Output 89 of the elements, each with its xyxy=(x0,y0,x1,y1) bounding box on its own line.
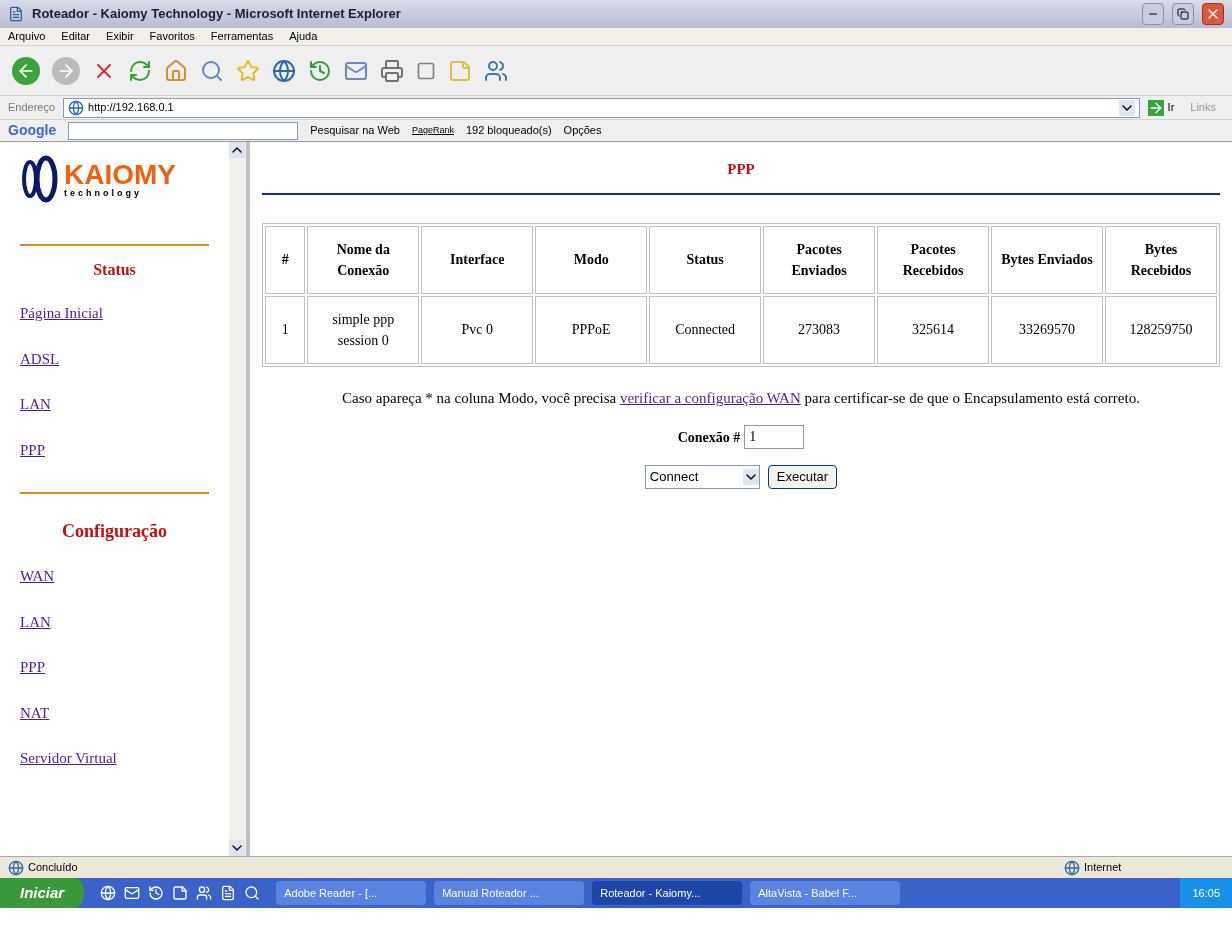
table-cell: 128259750 xyxy=(1104,295,1217,364)
table-cell: 1 xyxy=(265,295,306,364)
printer-icon[interactable] xyxy=(380,58,404,83)
connection-label: Conexão # xyxy=(677,428,741,447)
refresh-icon[interactable] xyxy=(128,58,152,83)
search-icon[interactable] xyxy=(200,58,224,83)
menu-item[interactable]: Exibir xyxy=(106,28,134,45)
column-header: Interface xyxy=(421,225,534,294)
nav-link[interactable]: LAN xyxy=(20,393,51,416)
address-value: http://192.168.0.1 xyxy=(88,100,175,116)
star-icon[interactable] xyxy=(236,58,260,83)
search-web-button[interactable]: Pesquisar na Web xyxy=(310,122,400,139)
google-search-field[interactable] xyxy=(68,121,299,140)
nav-link[interactable]: Página Inicial xyxy=(20,302,103,325)
execute-button[interactable]: Executar xyxy=(767,465,838,489)
quick-launch-icon[interactable] xyxy=(148,885,165,901)
column-header: Nome da Conexão xyxy=(307,225,420,294)
table-cell: 33269570 xyxy=(991,295,1103,364)
pagerank-label: PageRank xyxy=(411,123,454,137)
history-icon[interactable] xyxy=(308,58,332,83)
column-header: Status xyxy=(649,225,762,294)
logo-tagline: technology xyxy=(64,188,143,198)
quick-launch-icon[interactable] xyxy=(196,885,213,901)
column-header: Pacotes Recebidos xyxy=(877,225,989,294)
window-title: Roteador - Kaiomy Technology - Microsoft Internet Explorer xyxy=(32,5,402,24)
table-cell: 273083 xyxy=(763,295,876,364)
taskbar-button[interactable]: Roteador - Kaiomy... xyxy=(592,881,743,905)
nav-link[interactable]: NAT xyxy=(20,701,50,724)
connection-field[interactable]: 1 xyxy=(744,425,805,449)
back-icon[interactable] xyxy=(12,56,40,85)
table-cell: 325614 xyxy=(877,295,989,364)
column-header: Modo xyxy=(535,225,648,294)
quick-launch-icon[interactable] xyxy=(124,885,141,901)
minimize-button[interactable] xyxy=(1142,3,1164,25)
scroll-down-icon[interactable] xyxy=(229,840,245,856)
table-cell: Pvc 0 xyxy=(421,295,534,364)
wan-config-link[interactable]: verificar a configuração WAN xyxy=(619,389,801,406)
globe-icon xyxy=(1064,859,1080,876)
table-cell: Connected xyxy=(649,295,762,364)
section-heading: Status xyxy=(92,260,137,280)
zone-text: Internet xyxy=(1084,860,1123,876)
menu-item[interactable]: Arquivo xyxy=(8,28,46,45)
nav-link[interactable]: WAN xyxy=(20,565,55,588)
dropdown-icon[interactable] xyxy=(1118,99,1135,116)
restore-icon[interactable] xyxy=(1177,8,1189,20)
table-cell: PPPoE xyxy=(535,295,648,364)
square-icon[interactable] xyxy=(416,60,436,81)
scrollbar[interactable] xyxy=(229,142,246,856)
options-button[interactable]: Opções xyxy=(563,122,602,139)
menu-item[interactable]: Ferramentas xyxy=(210,28,274,45)
column-header: Bytes Enviados xyxy=(991,225,1103,294)
restore-button[interactable] xyxy=(1172,3,1194,25)
quick-launch-icon[interactable] xyxy=(172,885,189,901)
logo-name: KAIOMY xyxy=(64,160,176,189)
note-text: Caso apareça * na coluna Modo, você precisa verificar a configuração WAN para certificar-se de que o Encapsulamento está correto. xyxy=(341,388,1141,408)
home-icon[interactable] xyxy=(164,58,188,83)
address-field[interactable]: http://192.168.0.1 xyxy=(63,97,1140,118)
nav-link[interactable]: LAN xyxy=(20,610,51,633)
globe-icon[interactable] xyxy=(272,58,296,83)
nav-link[interactable]: PPP xyxy=(20,438,46,461)
logo-rings-icon xyxy=(20,154,60,204)
quick-launch-icon[interactable] xyxy=(100,885,117,901)
nav-link[interactable]: PPP xyxy=(20,656,46,679)
taskbar-button[interactable]: Adobe Reader - [... xyxy=(276,881,427,905)
clock: 16:05 xyxy=(1180,878,1232,908)
column-header: Pacotes Enviados xyxy=(763,225,876,294)
page-title: PPP xyxy=(726,160,756,179)
status-text: Concluído xyxy=(28,860,79,876)
people-icon[interactable] xyxy=(484,58,508,83)
quick-launch-icon[interactable] xyxy=(220,885,237,901)
menu-item[interactable]: Editar xyxy=(61,28,91,45)
table-cell: simple ppp session 0 xyxy=(307,295,420,364)
column-header: # xyxy=(265,225,306,294)
menu-item[interactable]: Ajuda xyxy=(289,28,318,45)
dropdown-icon[interactable] xyxy=(742,469,759,485)
column-header: Bytes Recebidos xyxy=(1104,225,1217,294)
google-logo[interactable]: Google xyxy=(8,120,57,141)
scroll-up-icon[interactable] xyxy=(229,142,245,158)
start-button[interactable]: Iniciar xyxy=(0,878,85,908)
nav-link[interactable]: Servidor Virtual xyxy=(20,747,117,770)
action-select[interactable]: Connect xyxy=(644,465,760,489)
address-label: Endereço xyxy=(8,100,56,116)
popup-blocker-button[interactable]: 192 bloqueado(s) xyxy=(465,122,552,139)
nav-link[interactable]: ADSL xyxy=(20,347,60,370)
taskbar-button[interactable]: AltaVista - Babel F... xyxy=(750,881,901,905)
quick-launch-icon[interactable] xyxy=(244,885,261,901)
section-heading: Configuração xyxy=(61,520,168,543)
taskbar-button[interactable]: Manual Roteador ... xyxy=(434,881,585,905)
menu-item[interactable]: Favoritos xyxy=(149,28,195,45)
